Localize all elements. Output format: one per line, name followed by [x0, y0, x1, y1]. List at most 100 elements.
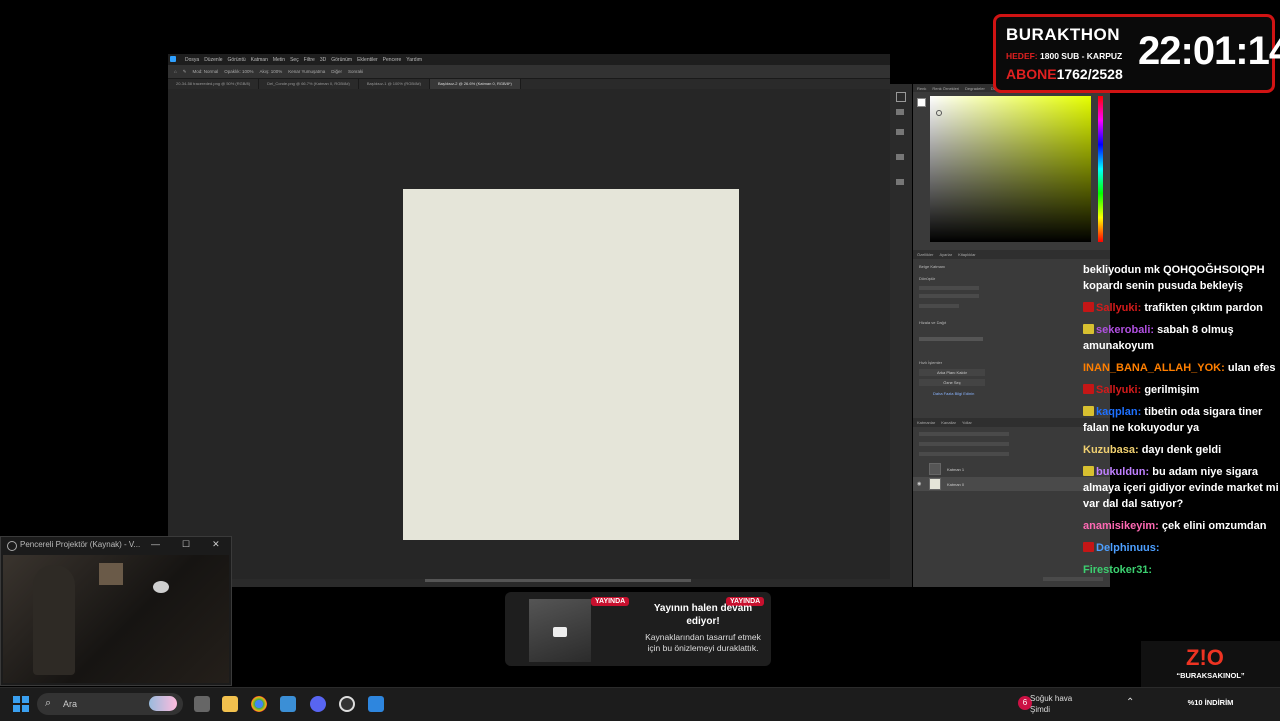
home-icon[interactable]: ⌂ [174, 69, 177, 74]
menu-item-select[interactable]: Seç [290, 57, 299, 63]
chat-username[interactable]: Sallyuki: [1096, 302, 1141, 314]
adjustments-icon[interactable] [896, 129, 904, 135]
tab-gradients[interactable]: Degradeler [965, 86, 985, 91]
tab-libraries[interactable]: Kitaplıklar [958, 252, 976, 257]
taskbar-search[interactable]: ⌕ Ara [37, 693, 183, 715]
tab-layers[interactable]: Katmanlar [917, 420, 935, 425]
menu-item-3d[interactable]: 3D [320, 57, 326, 63]
menu-item-help[interactable]: Yardım [406, 57, 422, 63]
doc-tab[interactable]: 20-34-58 tracereded.png @ 50% (RGB/8) [168, 79, 260, 89]
color-picker-field[interactable] [930, 96, 1091, 242]
ps-menubar: Dosya Düzenle Görüntü Katman Metin Seç F… [168, 54, 890, 65]
ps-options-bar: ⌂ ✎ Mod: Normal Opaklık: 100% Akış: 100%… [168, 65, 890, 79]
weather-widget[interactable]: Soğuk hava Şimdi [1030, 693, 1072, 715]
menu-item-edit[interactable]: Düzenle [204, 57, 222, 63]
weather-time: Şimdi [1030, 705, 1051, 714]
notification-subtitle: Kaynaklarından tasarruf etmek için bu ön… [645, 632, 761, 653]
layer-row[interactable]: Katman 1 [913, 462, 1110, 476]
chrome-icon[interactable] [251, 696, 267, 712]
maximize-icon[interactable]: ☐ [182, 539, 190, 550]
tray-chevron-up-icon[interactable]: ⌃ [1126, 697, 1134, 708]
app-icon[interactable] [280, 696, 296, 712]
paint-app-icon[interactable] [368, 696, 384, 712]
canvas-area[interactable] [168, 89, 890, 587]
tab-channels[interactable]: Kanallar [941, 420, 956, 425]
doc-tab-active[interactable]: Başlıksız-2 @ 26.6% (Katman 0, RGB/8*) [429, 79, 521, 89]
character-icon[interactable] [896, 179, 904, 185]
menu-item-type[interactable]: Metin [273, 57, 285, 63]
menu-item-image[interactable]: Görüntü [228, 57, 246, 63]
layer-blend-mode[interactable] [919, 442, 1009, 446]
foreground-color-swatch[interactable] [917, 98, 926, 107]
color-picker-handle[interactable] [936, 110, 942, 116]
layer-lock-row[interactable] [919, 452, 1009, 456]
menu-item-file[interactable]: Dosya [185, 57, 199, 63]
layer-name: Katman 1 [947, 466, 965, 472]
brush-tool-icon[interactable]: ✎ [183, 69, 187, 75]
horizontal-scrollbar[interactable] [425, 579, 691, 582]
doc-tab[interactable]: Başlıksız-1 @ 100% (RGB/8#) [359, 79, 430, 89]
chat-message: sekerobali: sabah 8 olmuş amunakoyum [1083, 322, 1279, 354]
obs-taskbar-icon[interactable] [339, 696, 355, 712]
remove-background-button[interactable]: Arka Planı Kaldır [919, 369, 985, 376]
taskbar: ⌕ Ara 6 Soğuk hava Şimdi ⌃ [0, 687, 1280, 721]
option-mode[interactable]: Mod: Normal [193, 69, 219, 74]
chat-text: çek elini omzumdan [1161, 520, 1267, 532]
task-view-icon[interactable] [194, 696, 210, 712]
option-next[interactable]: Sonraki [348, 69, 363, 74]
tab-properties[interactable]: Özellikler [917, 252, 933, 257]
doc-tab[interactable]: Del_Conde.png @ 66.7% (Katman 0, RGB/8#) [259, 79, 359, 89]
chat-username[interactable]: Sallyuki: [1096, 384, 1141, 396]
hue-slider[interactable] [1098, 96, 1103, 242]
history-icon[interactable] [896, 109, 904, 115]
chat-username[interactable]: anamisikeyim: [1083, 520, 1159, 532]
tab-paths[interactable]: Yollar [962, 420, 972, 425]
brush-settings-icon[interactable] [896, 154, 904, 160]
props-field[interactable] [919, 304, 959, 308]
chat-username[interactable]: Kuzubasa: [1083, 444, 1139, 456]
panel-toggle-icon[interactable] [896, 92, 906, 102]
chat-badge-icon [1083, 542, 1094, 552]
minimize-icon[interactable]: — [151, 539, 160, 550]
chat-badge-icon [1083, 302, 1094, 312]
select-subject-button[interactable]: Özne Seç [919, 379, 985, 386]
tab-color[interactable]: Renk [917, 86, 926, 91]
menu-item-view[interactable]: Görünüm [331, 57, 352, 63]
chat-username[interactable]: kaqplan: [1096, 406, 1141, 418]
align-buttons[interactable] [919, 337, 983, 341]
option-antialias[interactable]: Kenar Yumuşatma [288, 69, 325, 74]
chat-username[interactable]: Firestoker31: [1083, 564, 1152, 576]
chat-message: bekliyodun mk QOHQOĞHSOIQPH kopardı seni… [1083, 262, 1279, 294]
discord-icon[interactable] [310, 696, 326, 712]
layer-filter[interactable] [919, 432, 1009, 436]
option-other[interactable]: Diğer [331, 69, 342, 74]
sponsor-logo: Z!O [1186, 645, 1224, 670]
menu-item-filter[interactable]: Filtre [304, 57, 315, 63]
document-canvas[interactable] [403, 189, 739, 540]
menu-item-layer[interactable]: Katman [251, 57, 268, 63]
tab-adjustments[interactable]: Ayarlar [939, 252, 952, 257]
chat-username[interactable]: INAN_BANA_ALLAH_YOK: [1083, 362, 1225, 374]
eye-icon[interactable]: ◉ [917, 481, 923, 487]
props-field[interactable] [919, 286, 979, 290]
menu-item-window[interactable]: Pencere [383, 57, 402, 63]
tab-swatches[interactable]: Renk Örnekleri [932, 86, 959, 91]
learn-more-link[interactable]: Daha Fazla Bilgi Edinin [933, 391, 974, 396]
chat-text: trafikten çıktım pardon [1144, 302, 1263, 314]
properties-panel-tabs: Özellikler Ayarlar Kitaplıklar [913, 250, 1110, 259]
option-flow[interactable]: Akış: 100% [260, 69, 283, 74]
option-opacity[interactable]: Opaklık: 100% [224, 69, 253, 74]
layer-row-selected[interactable]: ◉ Katman 0 [913, 477, 1110, 491]
preview-thumbnail [529, 599, 591, 662]
close-icon[interactable]: ✕ [212, 539, 220, 550]
chat-username[interactable]: Delphinuus: [1096, 542, 1160, 554]
file-explorer-icon[interactable] [222, 696, 238, 712]
windows-start-icon[interactable] [13, 696, 29, 712]
webcam-preview [3, 555, 229, 683]
chat-message: Delphinuus: [1083, 540, 1279, 556]
chat-username[interactable]: bukuldun: [1096, 466, 1149, 478]
chat-username[interactable]: sekerobali: [1096, 324, 1154, 336]
props-field[interactable] [919, 294, 979, 298]
menu-item-plugins[interactable]: Eklentiler [357, 57, 378, 63]
stream-overlay: BURAKTHON HEDEF: 1800 SUB - KARPUZ ABONE… [993, 14, 1280, 93]
